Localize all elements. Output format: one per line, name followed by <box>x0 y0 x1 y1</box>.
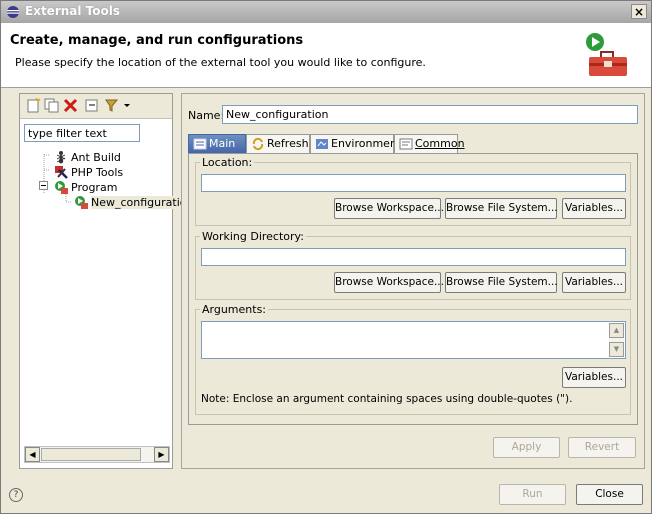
working-directory-browse-workspace-button[interactable]: Browse Workspace... <box>334 272 444 293</box>
working-directory-input[interactable] <box>201 248 626 266</box>
filter-input[interactable] <box>24 124 140 142</box>
header-title: Create, manage, and run configurations <box>10 33 304 48</box>
program-icon <box>55 181 68 194</box>
location-browse-workspace-button[interactable]: Browse Workspace... <box>334 198 444 219</box>
configuration-list-panel: Ant Build PHP Tools Program <box>19 93 187 469</box>
header-description: Please specify the location of the exter… <box>15 56 426 69</box>
help-icon[interactable]: ? <box>9 488 23 502</box>
tree-item-label: PHP Tools <box>71 166 124 179</box>
horizontal-scrollbar[interactable]: ◀ ▶ <box>24 446 170 463</box>
title-bar[interactable]: External Tools × <box>1 1 651 23</box>
tree-item-label: Ant Build <box>71 151 121 164</box>
scroll-right-icon[interactable]: ▶ <box>154 447 169 462</box>
location-label: Location: <box>200 156 255 169</box>
arguments-group: Arguments: ▲ ▼ Variables... Note: Enclos… <box>195 303 631 415</box>
working-directory-label: Working Directory: <box>200 230 306 243</box>
tree-item-label: Program <box>71 181 118 194</box>
apply-button[interactable]: Apply <box>493 437 560 458</box>
window-close-button[interactable]: × <box>631 4 647 19</box>
working-directory-group: Working Directory: Browse Workspace... B… <box>195 230 631 300</box>
duplicate-icon[interactable] <box>44 98 59 113</box>
main-tab-content: Location: Browse Workspace... Browse Fil… <box>188 153 638 425</box>
working-directory-variables-button[interactable]: Variables... <box>562 272 626 293</box>
php-tools-icon <box>55 166 68 179</box>
collapse-all-icon[interactable] <box>85 98 100 113</box>
collapse-toggle-icon[interactable] <box>39 181 48 190</box>
tab-label: Common <box>415 137 465 150</box>
toolbox-icon <box>586 33 627 76</box>
tab-common[interactable]: Common <box>394 134 465 153</box>
tab-label: Refresh <box>267 137 309 150</box>
left-toolbar <box>20 94 172 119</box>
filter-icon[interactable] <box>104 98 119 113</box>
arguments-variables-button[interactable]: Variables... <box>562 367 626 388</box>
eclipse-icon <box>7 6 19 18</box>
ant-icon <box>56 151 66 164</box>
arguments-note: Note: Enclose an argument containing spa… <box>201 393 573 405</box>
tree-item-program[interactable]: Program <box>54 180 117 196</box>
window-title: External Tools <box>25 4 120 18</box>
location-variables-button[interactable]: Variables... <box>562 198 626 219</box>
tree-item-label: New_configuratio <box>91 196 187 209</box>
tree-item-new-configuration[interactable]: New_configuratio <box>74 195 187 211</box>
location-browse-file-system-button[interactable]: Browse File System... <box>445 198 558 219</box>
run-button[interactable]: Run <box>499 484 566 505</box>
working-directory-browse-file-system-button[interactable]: Browse File System... <box>445 272 558 293</box>
revert-button[interactable]: Revert <box>568 437 636 458</box>
tab-label: Main <box>209 137 236 150</box>
delete-icon[interactable] <box>63 98 78 113</box>
name-input[interactable] <box>222 105 638 124</box>
tab-main[interactable]: Main <box>188 134 246 153</box>
tree-item-ant-build[interactable]: Ant Build <box>54 150 121 166</box>
scroll-thumb[interactable] <box>41 448 141 461</box>
configuration-editor: Name: Main Refresh Environment <box>181 93 645 469</box>
name-label: Name: <box>188 109 225 122</box>
tab-environment[interactable]: Environment <box>310 134 401 153</box>
arguments-scrollbar[interactable]: ▲ ▼ <box>609 323 624 357</box>
external-tools-dialog: External Tools × Create, manage, and run… <box>0 0 652 514</box>
dialog-header: Create, manage, and run configurations P… <box>1 23 651 88</box>
program-config-icon <box>75 196 88 209</box>
refresh-icon <box>252 137 264 151</box>
scroll-down-icon[interactable]: ▼ <box>609 342 624 357</box>
location-input[interactable] <box>201 174 626 192</box>
new-configuration-icon[interactable] <box>26 98 41 113</box>
dialog-footer: ? Run Close <box>1 473 651 513</box>
tab-bar: Main Refresh Environment Common <box>188 134 638 154</box>
common-icon <box>399 138 413 150</box>
chevron-down-icon[interactable] <box>122 98 132 113</box>
main-tab-icon <box>193 138 207 150</box>
arguments-label: Arguments: <box>200 303 269 316</box>
tab-refresh[interactable]: Refresh <box>246 134 310 153</box>
scroll-up-icon[interactable]: ▲ <box>609 323 624 338</box>
tab-label: Environment <box>331 137 402 150</box>
environment-icon <box>316 139 328 149</box>
scroll-left-icon[interactable]: ◀ <box>25 447 40 462</box>
close-button[interactable]: Close <box>576 484 643 505</box>
location-group: Location: Browse Workspace... Browse Fil… <box>195 156 631 226</box>
arguments-textarea[interactable]: ▲ ▼ <box>201 321 626 359</box>
tree-item-php-tools[interactable]: PHP Tools <box>54 165 123 181</box>
